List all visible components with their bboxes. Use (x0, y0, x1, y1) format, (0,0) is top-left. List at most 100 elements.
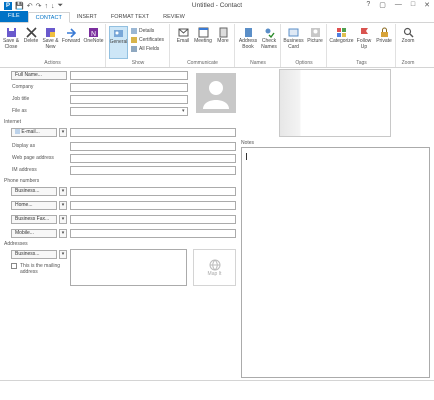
private-button[interactable]: Private (374, 26, 394, 45)
all-fields-button[interactable]: All Fields (131, 45, 164, 53)
ribbon-tabs: FILE CONTACT INSERT FORMAT TEXT REVIEW (0, 11, 434, 23)
file-as-dropdown-icon[interactable]: ▾ (182, 108, 185, 114)
phone2-type-button[interactable]: Home... (11, 201, 57, 210)
actions-group: Save & Close Delete Save & New Forward N… (0, 24, 106, 67)
tab-review[interactable]: REVIEW (156, 12, 192, 22)
options-group: Business Card Picture Options (282, 24, 327, 67)
details-button[interactable]: Details (131, 27, 164, 35)
forward-icon (65, 26, 77, 38)
general-button[interactable]: General (109, 26, 128, 59)
categorize-button[interactable]: Categorize (329, 26, 354, 45)
show-options-list: Details Certificates All Fields (131, 27, 164, 53)
tags-group: Categorize Follow Up Private Tags (328, 24, 396, 67)
address-type-dropdown[interactable]: ▾ (59, 250, 67, 259)
display-as-input[interactable] (70, 142, 236, 151)
map-it-button[interactable]: Map It (193, 249, 236, 286)
company-input[interactable] (70, 83, 188, 92)
follow-up-flag-icon (358, 26, 370, 38)
status-bar (0, 380, 434, 400)
person-silhouette-icon (203, 81, 229, 109)
general-icon (113, 27, 125, 39)
names-group: Address Book Check Names Names (236, 24, 281, 67)
save-new-icon (45, 26, 57, 38)
address-input[interactable] (70, 249, 187, 286)
categorize-icon (336, 26, 348, 38)
phone1-input[interactable] (70, 187, 236, 196)
zoom-group: Zoom Zoom (397, 24, 419, 67)
phone1-type-dropdown[interactable]: ▾ (59, 187, 67, 196)
company-label: Company (12, 84, 34, 90)
job-title-label: Job title (12, 96, 30, 102)
save-close-button[interactable]: Save & Close (2, 26, 20, 50)
meeting-button[interactable]: Meeting (193, 26, 213, 45)
save-close-icon (5, 26, 17, 38)
web-page-input[interactable] (70, 154, 236, 163)
zoom-button[interactable]: Zoom (398, 26, 418, 45)
tab-contact[interactable]: CONTACT (27, 12, 70, 23)
address-type-button[interactable]: Business... (11, 250, 57, 259)
tab-insert[interactable]: INSERT (70, 12, 104, 22)
meeting-icon (197, 26, 209, 38)
address-book-button[interactable]: Address Book (238, 26, 258, 50)
mailing-address-checkbox[interactable] (11, 263, 17, 269)
phone2-input[interactable] (70, 201, 236, 210)
tab-file[interactable]: FILE (0, 11, 28, 22)
display-as-label: Display as (12, 143, 36, 149)
title-bar: P 💾 ↶ ↷ ↑ ↓ ⏷ Untitled - Contact ? ▢ — □… (0, 0, 434, 12)
internet-section-label: Internet (4, 119, 21, 125)
check-names-button[interactable]: Check Names (259, 26, 279, 50)
help-icon[interactable]: ? (366, 1, 370, 9)
business-card-icon (288, 26, 300, 38)
tab-format-text[interactable]: FORMAT TEXT (104, 12, 156, 22)
notes-textarea[interactable] (241, 147, 430, 378)
more-button[interactable]: More (215, 26, 231, 45)
phone2-type-dropdown[interactable]: ▾ (59, 201, 67, 210)
check-names-icon (263, 26, 275, 38)
delete-icon (25, 26, 37, 38)
delete-button[interactable]: Delete (22, 26, 40, 45)
business-card-preview[interactable] (279, 69, 391, 137)
save-new-button[interactable]: Save & New (41, 26, 60, 50)
email-button[interactable]: Email (174, 26, 192, 45)
contact-photo-placeholder[interactable] (196, 73, 236, 113)
file-as-select[interactable] (70, 107, 188, 116)
contact-form: Full Name... Company Job title File as ▾… (0, 69, 434, 379)
phone3-type-button[interactable]: Business Fax... (11, 215, 57, 224)
email-small-icon (15, 129, 20, 135)
email-type-dropdown[interactable]: ▾ (59, 128, 67, 137)
im-address-input[interactable] (70, 166, 236, 175)
phone4-type-dropdown[interactable]: ▾ (59, 229, 67, 238)
picture-icon (309, 26, 321, 38)
close-icon[interactable]: ✕ (424, 1, 430, 9)
more-icon (217, 26, 229, 38)
maximize-icon[interactable]: □ (411, 1, 415, 9)
onenote-button[interactable]: N OneNote (83, 26, 104, 45)
private-lock-icon (378, 26, 390, 38)
phone3-input[interactable] (70, 215, 236, 224)
mailing-address-label: This is the mailing address (20, 263, 61, 275)
full-name-input[interactable] (70, 71, 188, 80)
business-card-button[interactable]: Business Card (283, 26, 304, 50)
phone1-type-button[interactable]: Business... (11, 187, 57, 196)
phone3-type-dropdown[interactable]: ▾ (59, 215, 67, 224)
forward-button[interactable]: Forward (61, 26, 81, 45)
show-group: General Details Certificates All Fields … (107, 24, 170, 67)
full-name-button[interactable]: Full Name... (11, 71, 67, 80)
picture-button[interactable]: Picture (305, 26, 325, 45)
all-fields-icon (131, 46, 137, 52)
job-title-input[interactable] (70, 95, 188, 104)
zoom-magnifier-icon (402, 26, 414, 38)
phone4-input[interactable] (70, 229, 236, 238)
follow-up-button[interactable]: Follow Up (355, 26, 373, 50)
show-group-label: Show (131, 60, 145, 66)
phone-section-label: Phone numbers (4, 178, 40, 184)
phone4-type-button[interactable]: Mobile... (11, 229, 57, 238)
email-input[interactable] (70, 128, 236, 137)
email-type-button[interactable]: E-mail... (11, 128, 57, 137)
zoom-group-label: Zoom (401, 60, 415, 66)
certificates-button[interactable]: Certificates (131, 36, 164, 44)
text-cursor (246, 153, 247, 160)
ribbon-display-icon[interactable]: ▢ (379, 1, 386, 9)
minimize-icon[interactable]: — (395, 1, 402, 9)
web-page-label: Web page address (12, 155, 54, 161)
